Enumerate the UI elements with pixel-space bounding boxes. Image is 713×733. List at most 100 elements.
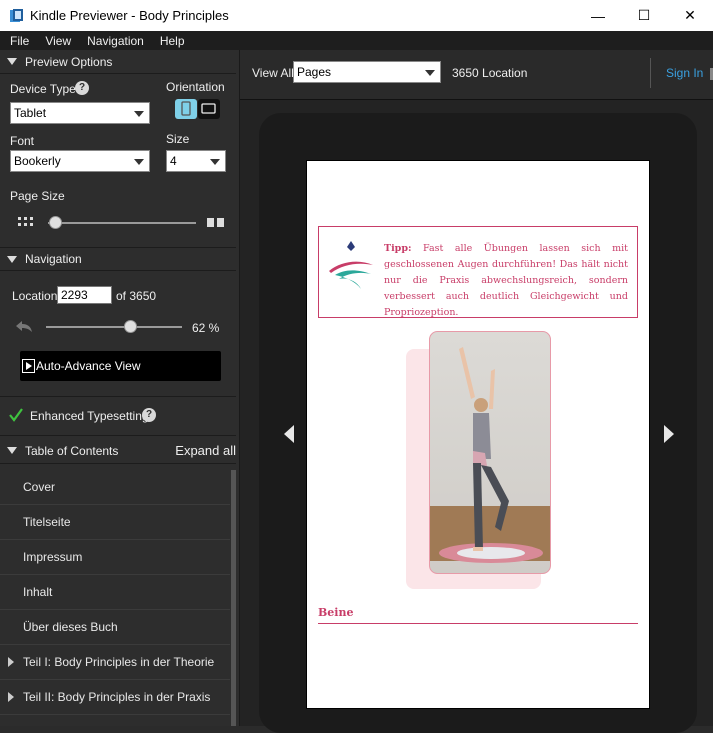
- expand-triangle-icon[interactable]: [8, 692, 14, 702]
- location-percent: 62 %: [192, 321, 220, 335]
- expand-triangle-icon[interactable]: [8, 657, 14, 667]
- toc-item-label: Titelseite: [23, 515, 71, 529]
- maximize-icon: ☐: [637, 7, 651, 23]
- enhanced-typesetting-row: Enhanced Typesetting ?: [0, 396, 236, 436]
- view-all-label: View All: [252, 66, 294, 80]
- font-label: Font: [10, 134, 35, 148]
- collapse-triangle-icon: [7, 255, 17, 263]
- small-grid-icon[interactable]: [18, 217, 34, 229]
- chevron-down-icon: [134, 111, 144, 117]
- preview-area: View All Pages 3650 Location Sign In Tip…: [240, 50, 713, 733]
- auto-advance-label: Auto-Advance View: [36, 359, 141, 373]
- location-total: of 3650: [116, 289, 157, 303]
- toc-item[interactable]: Titelseite: [0, 505, 230, 540]
- toc-item-label: Impressum: [23, 550, 83, 564]
- toc-item[interactable]: Teil I: Body Principles in der Theorie: [0, 645, 230, 680]
- section-heading-rule: [318, 623, 638, 624]
- kindle-app-icon: [10, 9, 23, 22]
- portrait-orientation-button[interactable]: [175, 99, 197, 119]
- large-grid-icon[interactable]: [207, 217, 225, 229]
- view-mode-value: Pages: [297, 65, 332, 79]
- preview-toolbar: View All Pages 3650 Location Sign In: [240, 50, 713, 100]
- navigation-title: Navigation: [25, 252, 82, 266]
- book-page: Tipp: Fast alle Übungen lassen sich mit …: [306, 160, 650, 709]
- play-icon: [22, 359, 35, 373]
- menu-view[interactable]: View: [35, 31, 77, 50]
- location-input[interactable]: 2293: [57, 286, 112, 304]
- menu-navigation[interactable]: Navigation: [77, 31, 150, 50]
- next-page-button[interactable]: [658, 423, 680, 445]
- sign-in-link[interactable]: Sign In: [666, 66, 703, 80]
- preview-options-header[interactable]: Preview Options: [0, 50, 236, 74]
- tip-body: Fast alle Übungen lassen sich mit geschl…: [384, 243, 628, 318]
- yoga-photo: [429, 331, 551, 574]
- toolbar-divider: [650, 58, 651, 88]
- device-type-value: Tablet: [14, 106, 47, 120]
- font-value: Bookerly: [14, 154, 61, 168]
- collapse-triangle-icon: [7, 447, 17, 454]
- toc-item[interactable]: Impressum: [0, 540, 230, 575]
- menu-bar: File View Navigation Help: [0, 31, 713, 50]
- toc-item[interactable]: Über dieses Buch: [0, 610, 230, 645]
- toc-list: Cover Titelseite Impressum Inhalt Über diese…: [0, 470, 232, 726]
- toc-item-label: Inhalt: [23, 585, 53, 599]
- preview-options-title: Preview Options: [25, 54, 113, 69]
- tip-text: Tipp: Fast alle Übungen lassen sich mit …: [384, 241, 628, 321]
- toc-item-label: Über dieses Buch: [23, 620, 118, 634]
- page-size-slider-track[interactable]: [48, 222, 196, 224]
- orientation-label: Orientation: [166, 80, 225, 94]
- title-bar: Kindle Previewer - Body Principles — ☐ ✕: [0, 0, 713, 31]
- minimize-icon: —: [591, 7, 605, 24]
- window-title: Kindle Previewer - Body Principles: [30, 8, 229, 23]
- toc-title: Table of Contents: [25, 443, 119, 458]
- close-button[interactable]: ✕: [667, 0, 713, 31]
- maximize-button[interactable]: ☐: [621, 0, 667, 31]
- toc-item-label: Cover: [23, 480, 56, 494]
- toc-header[interactable]: Table of Contents Expand all: [0, 438, 236, 464]
- tip-label: Tipp:: [384, 243, 412, 254]
- toc-item[interactable]: Inhalt: [0, 575, 230, 610]
- device-type-help-icon[interactable]: ?: [75, 81, 89, 95]
- menu-file[interactable]: File: [0, 31, 35, 50]
- minimize-button[interactable]: —: [575, 0, 621, 31]
- collapse-triangle-icon: [7, 58, 17, 65]
- page-size-label: Page Size: [10, 189, 65, 203]
- location-slider-track[interactable]: [46, 326, 182, 328]
- body-principles-logo-icon: [329, 241, 373, 289]
- toc-item-label: Teil II: Body Principles in der Praxis: [23, 690, 211, 704]
- landscape-orientation-button[interactable]: [198, 99, 220, 119]
- chevron-left-icon: [284, 425, 294, 443]
- toc-item-label: Teil I: Body Principles in der Theorie: [23, 655, 215, 669]
- size-label: Size: [166, 132, 190, 146]
- navigation-header[interactable]: Navigation: [0, 247, 236, 271]
- checkmark-icon: [9, 408, 23, 422]
- font-select[interactable]: Bookerly: [10, 150, 150, 172]
- device-type-select[interactable]: Tablet: [10, 102, 150, 124]
- chevron-down-icon: [210, 159, 220, 165]
- location-slider-knob[interactable]: [124, 320, 138, 333]
- toc-scrollbar[interactable]: [231, 470, 236, 726]
- view-mode-select[interactable]: Pages: [293, 61, 441, 83]
- location-label: Location: [12, 289, 58, 303]
- back-icon[interactable]: [14, 318, 34, 334]
- page-size-slider-knob[interactable]: [49, 216, 63, 229]
- auto-advance-button[interactable]: Auto-Advance View: [20, 351, 221, 381]
- menu-help[interactable]: Help: [150, 31, 191, 50]
- toc-item[interactable]: Cover: [0, 470, 230, 505]
- close-icon: ✕: [684, 7, 696, 23]
- location-value: 2293: [61, 288, 88, 302]
- expand-all-link[interactable]: Expand all: [175, 443, 236, 458]
- size-select[interactable]: 4: [166, 150, 226, 172]
- toc-item[interactable]: Teil II: Body Principles in der Praxis: [0, 680, 230, 715]
- chevron-right-icon: [664, 425, 674, 443]
- landscape-icon: [201, 103, 216, 114]
- left-panel: Preview Options Device Type ? Orientatio…: [0, 50, 240, 726]
- size-value: 4: [170, 154, 177, 168]
- section-heading: Beine: [318, 606, 354, 619]
- enhanced-typesetting-label: Enhanced Typesetting: [30, 409, 149, 423]
- previous-page-button[interactable]: [278, 423, 300, 445]
- enhanced-help-icon[interactable]: ?: [142, 408, 156, 422]
- toolbar-location-text: 3650 Location: [452, 66, 528, 80]
- chevron-down-icon: [134, 159, 144, 165]
- chevron-down-icon: [425, 70, 435, 76]
